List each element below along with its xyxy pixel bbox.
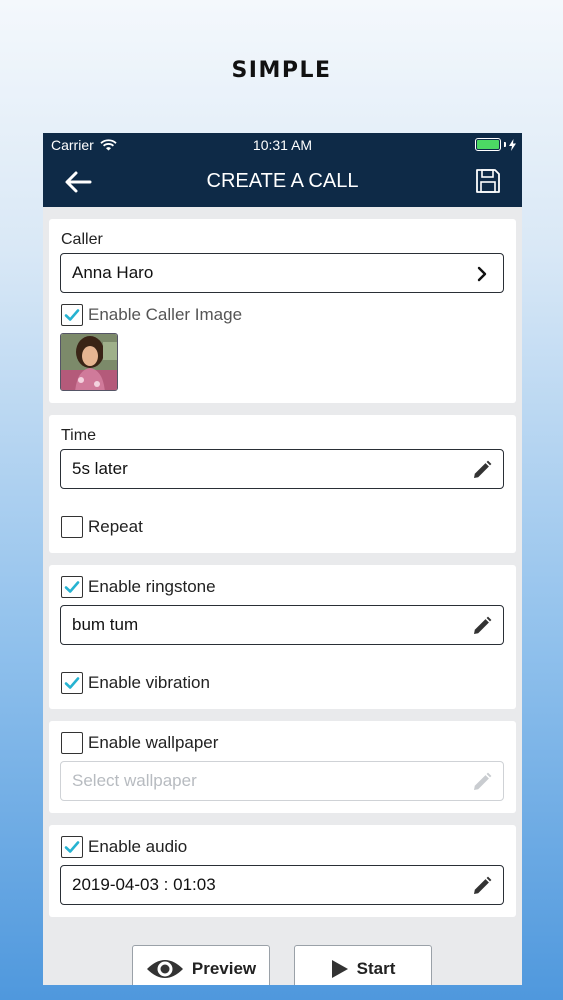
- audio-input[interactable]: 2019-04-03 : 01:03: [60, 865, 504, 905]
- caller-label: Caller: [61, 231, 103, 248]
- preview-button[interactable]: Preview: [132, 945, 270, 985]
- start-label: Start: [356, 959, 396, 978]
- caller-card: Caller Anna Haro Enable Caller Image: [49, 219, 516, 403]
- checkmark-icon: [64, 581, 80, 593]
- enable-ringtone-checkbox[interactable]: [61, 576, 83, 598]
- status-bar: Carrier 10:31 AM: [43, 133, 522, 157]
- enable-audio-checkbox[interactable]: [61, 836, 83, 858]
- caller-name: Anna Haro: [72, 263, 154, 282]
- pencil-icon: [474, 772, 492, 790]
- audio-card: Enable audio 2019-04-03 : 01:03: [49, 825, 516, 917]
- phone-screen: Carrier 10:31 AM CREATE A CALL Caller An…: [43, 133, 522, 985]
- page-title: CREATE A CALL: [206, 170, 359, 192]
- battery-icon: [475, 138, 501, 151]
- time-card: Time 5s later Repeat: [49, 415, 516, 553]
- enable-ringtone-toggle[interactable]: Enable ringstone: [61, 576, 216, 598]
- status-time: 10:31 AM: [252, 137, 313, 153]
- pencil-icon[interactable]: [472, 460, 492, 480]
- ringtone-input[interactable]: bum tum: [60, 605, 504, 645]
- enable-audio-label: Enable audio: [88, 837, 188, 856]
- audio-value: 2019-04-03 : 01:03: [72, 875, 216, 894]
- checkmark-icon: [64, 677, 80, 689]
- time-value: 5s later: [72, 459, 128, 478]
- charging-bolt-icon: [509, 138, 516, 151]
- caller-image-thumbnail[interactable]: [60, 333, 118, 391]
- floppy-disk-icon[interactable]: [474, 167, 502, 195]
- time-label: Time: [61, 427, 96, 444]
- enable-caller-image-checkbox[interactable]: [61, 304, 83, 326]
- repeat-checkbox[interactable]: [61, 516, 83, 538]
- chevron-right-icon: [477, 266, 487, 282]
- checkmark-icon: [64, 841, 80, 853]
- wallpaper-input[interactable]: Select wallpaper: [60, 761, 504, 801]
- repeat-toggle[interactable]: Repeat: [61, 516, 143, 538]
- play-icon: [331, 960, 348, 978]
- start-button[interactable]: Start: [294, 945, 432, 985]
- enable-caller-image-toggle[interactable]: Enable Caller Image: [61, 304, 242, 326]
- repeat-label: Repeat: [88, 517, 143, 536]
- enable-audio-toggle[interactable]: Enable audio: [61, 836, 187, 858]
- caller-select[interactable]: Anna Haro: [60, 253, 504, 293]
- ringtone-value: bum tum: [72, 615, 139, 634]
- enable-ringtone-label: Enable ringstone: [88, 577, 216, 596]
- enable-vibration-checkbox[interactable]: [61, 672, 83, 694]
- wallpaper-placeholder: Select wallpaper: [72, 771, 197, 790]
- pencil-icon[interactable]: [472, 876, 492, 896]
- nav-bar: CREATE A CALL: [43, 157, 522, 207]
- pencil-icon[interactable]: [472, 616, 492, 636]
- time-input[interactable]: 5s later: [60, 449, 504, 489]
- wallpaper-card: Enable wallpaper Select wallpaper: [49, 721, 516, 813]
- battery-indicator: [475, 138, 516, 151]
- enable-vibration-toggle[interactable]: Enable vibration: [61, 672, 210, 694]
- preview-label: Preview: [191, 959, 257, 978]
- enable-caller-image-label: Enable Caller Image: [88, 305, 243, 324]
- eye-icon: [146, 960, 183, 978]
- checkmark-icon: [64, 309, 80, 321]
- ringtone-card: Enable ringstone bum tum Enable vibratio…: [49, 565, 516, 709]
- promo-title: SIMPLE: [231, 58, 332, 83]
- enable-wallpaper-checkbox[interactable]: [61, 732, 83, 754]
- enable-wallpaper-toggle[interactable]: Enable wallpaper: [61, 732, 218, 754]
- enable-wallpaper-label: Enable wallpaper: [88, 733, 219, 752]
- enable-vibration-label: Enable vibration: [88, 673, 210, 692]
